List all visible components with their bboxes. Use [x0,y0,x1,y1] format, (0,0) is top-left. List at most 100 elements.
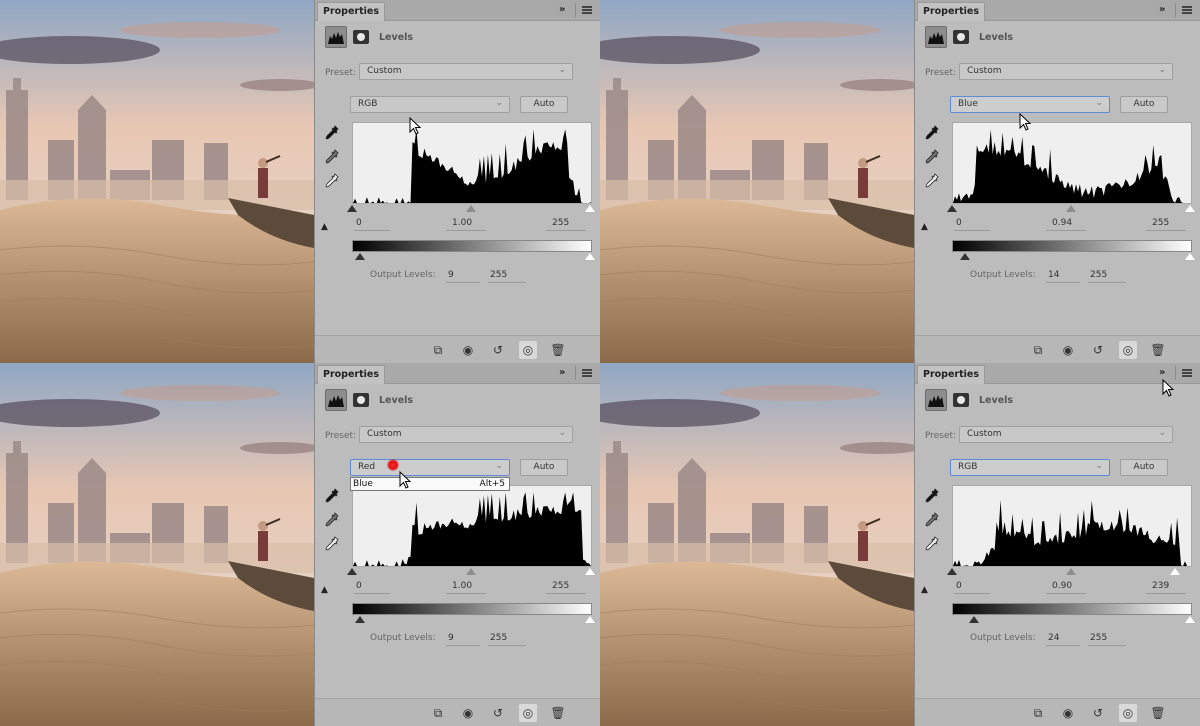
visibility-eye-icon[interactable]: ◎ [519,704,537,722]
collapse-panel-icon[interactable]: » [559,367,566,378]
output-black-slider[interactable] [355,616,366,623]
auto-button[interactable]: Auto [520,459,568,476]
view-previous-state-icon[interactable]: ◉ [459,341,477,359]
visibility-eye-icon[interactable]: ◎ [1119,341,1137,359]
reset-icon[interactable]: ↺ [489,341,507,359]
channel-dropdown[interactable]: Red ⌄ [350,459,510,476]
output-white-value[interactable]: 255 [1090,270,1107,280]
auto-button[interactable]: Auto [520,96,568,113]
auto-button[interactable]: Auto [1120,459,1168,476]
collapse-panel-icon[interactable]: » [1159,4,1166,15]
input-white-value[interactable]: 255 [552,581,569,591]
white-point-eyedropper-icon[interactable] [325,173,339,189]
view-previous-state-icon[interactable]: ◉ [459,704,477,722]
clip-to-layer-icon[interactable]: ⧉ [429,341,447,359]
panel-menu-icon[interactable] [1182,369,1192,377]
channel-dropdown[interactable]: Blue ⌄ [950,96,1110,113]
input-white-slider[interactable] [585,205,595,212]
input-gamma-slider[interactable] [1066,205,1076,212]
input-black-value[interactable]: 0 [356,218,362,228]
clip-to-layer-icon[interactable]: ⧉ [1029,341,1047,359]
layer-mask-icon[interactable] [953,30,969,44]
input-white-value[interactable]: 255 [552,218,569,228]
black-point-eyedropper-icon[interactable] [325,488,339,504]
preset-dropdown[interactable]: Custom ⌄ [359,63,573,80]
white-point-eyedropper-icon[interactable] [925,536,939,552]
visibility-eye-icon[interactable]: ◎ [1119,704,1137,722]
clipping-warning-icon[interactable]: ▲ [921,222,928,232]
output-white-value[interactable]: 255 [490,270,507,280]
input-black-slider[interactable] [347,205,357,212]
input-black-value[interactable]: 0 [356,581,362,591]
output-black-value[interactable]: 24 [1048,633,1059,643]
reset-icon[interactable]: ↺ [1089,704,1107,722]
properties-tab[interactable]: Properties [317,2,385,21]
input-gamma-value[interactable]: 1.00 [452,218,472,228]
input-black-value[interactable]: 0 [956,218,962,228]
levels-adjustment-icon[interactable] [925,389,947,411]
output-black-slider[interactable] [969,616,980,623]
input-black-value[interactable]: 0 [956,581,962,591]
output-black-slider[interactable] [355,253,366,260]
clipping-warning-icon[interactable]: ▲ [921,585,928,595]
output-white-value[interactable]: 255 [1090,633,1107,643]
input-gamma-slider[interactable] [466,205,476,212]
input-black-slider[interactable] [947,568,957,575]
output-white-slider[interactable] [585,253,595,260]
levels-adjustment-icon[interactable] [325,26,347,48]
gray-point-eyedropper-icon[interactable] [325,512,339,528]
preset-dropdown[interactable]: Custom ⌄ [959,63,1173,80]
view-previous-state-icon[interactable]: ◉ [1059,704,1077,722]
output-white-slider[interactable] [1185,616,1195,623]
input-gamma-value[interactable]: 0.90 [1052,581,1072,591]
gray-point-eyedropper-icon[interactable] [925,512,939,528]
preset-dropdown[interactable]: Custom ⌄ [959,426,1173,443]
clip-to-layer-icon[interactable]: ⧉ [429,704,447,722]
output-black-value[interactable]: 9 [448,633,454,643]
clipping-warning-icon[interactable]: ▲ [321,222,328,232]
panel-menu-icon[interactable] [1182,6,1192,14]
menu-item-blue[interactable]: Blue [353,479,373,489]
output-black-value[interactable]: 14 [1048,270,1059,280]
output-black-value[interactable]: 9 [448,270,454,280]
levels-adjustment-icon[interactable] [325,389,347,411]
input-gamma-slider[interactable] [1066,568,1076,575]
panel-menu-icon[interactable] [582,369,592,377]
gray-point-eyedropper-icon[interactable] [925,149,939,165]
visibility-eye-icon[interactable]: ◎ [519,341,537,359]
input-white-value[interactable]: 239 [1152,581,1169,591]
layer-mask-icon[interactable] [353,393,369,407]
properties-tab[interactable]: Properties [317,365,385,384]
clipping-warning-icon[interactable]: ▲ [321,585,328,595]
levels-adjustment-icon[interactable] [925,26,947,48]
channel-dropdown-menu[interactable]: Blue Alt+5 [350,477,510,491]
channel-dropdown[interactable]: RGB ⌄ [350,96,510,113]
gray-point-eyedropper-icon[interactable] [325,149,339,165]
input-white-value[interactable]: 255 [1152,218,1169,228]
input-black-slider[interactable] [347,568,357,575]
output-white-slider[interactable] [1185,253,1195,260]
trash-icon[interactable]: 🗑 [1149,341,1167,359]
input-gamma-slider[interactable] [466,568,476,575]
collapse-panel-icon[interactable]: » [559,4,566,15]
preset-dropdown[interactable]: Custom ⌄ [359,426,573,443]
white-point-eyedropper-icon[interactable] [925,173,939,189]
input-white-slider[interactable] [1185,205,1195,212]
black-point-eyedropper-icon[interactable] [925,125,939,141]
black-point-eyedropper-icon[interactable] [925,488,939,504]
output-white-slider[interactable] [585,616,595,623]
input-white-slider[interactable] [585,568,595,575]
view-previous-state-icon[interactable]: ◉ [1059,341,1077,359]
output-white-value[interactable]: 255 [490,633,507,643]
layer-mask-icon[interactable] [353,30,369,44]
input-gamma-value[interactable]: 0.94 [1052,218,1072,228]
black-point-eyedropper-icon[interactable] [325,125,339,141]
channel-dropdown[interactable]: RGB ⌄ [950,459,1110,476]
collapse-panel-icon[interactable]: » [1159,367,1166,378]
properties-tab[interactable]: Properties [917,2,985,21]
reset-icon[interactable]: ↺ [489,704,507,722]
output-black-slider[interactable] [960,253,971,260]
input-gamma-value[interactable]: 1.00 [452,581,472,591]
auto-button[interactable]: Auto [1120,96,1168,113]
white-point-eyedropper-icon[interactable] [325,536,339,552]
